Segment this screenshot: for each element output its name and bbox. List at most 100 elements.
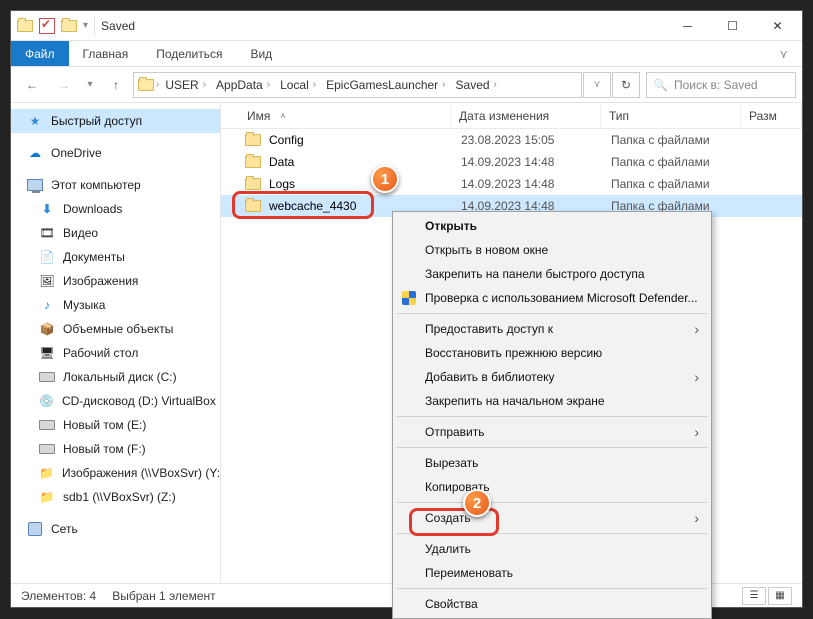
crumb-user: USER› <box>161 73 210 97</box>
sidebar-item-label: Объемные объекты <box>63 322 173 336</box>
tab-file[interactable]: Файл <box>11 41 69 66</box>
ctx-pin-quick[interactable]: Закрепить на панели быстрого доступа <box>395 262 709 286</box>
back-button[interactable]: ← <box>17 71 47 99</box>
folder-icon <box>245 134 261 146</box>
col-type[interactable]: Тип <box>601 103 741 128</box>
view-icons-button[interactable]: ▦ <box>768 587 792 605</box>
annotation-marker-2: 2 <box>463 489 491 517</box>
downloads-icon: ⬇ <box>39 201 55 217</box>
separator <box>94 17 95 35</box>
sidebar-item[interactable]: Локальный диск (C:) <box>11 365 220 389</box>
ctx-cut[interactable]: Вырезать <box>395 451 709 475</box>
tab-home[interactable]: Главная <box>69 41 143 66</box>
ctx-defender[interactable]: Проверка с использованием Microsoft Defe… <box>395 286 709 310</box>
sidebar-item[interactable]: 🎞 Видео <box>11 221 220 245</box>
table-row[interactable]: Data 14.09.2023 14:48 Папка с файлами <box>221 151 802 173</box>
crumb-saved: Saved› <box>452 73 501 97</box>
sidebar-item[interactable]: Новый том (E:) <box>11 413 220 437</box>
ctx-send-to[interactable]: Отправить <box>395 420 709 444</box>
titlebar-left: ▾ Saved <box>17 17 135 35</box>
file-name: Config <box>269 133 304 147</box>
sidebar-item[interactable]: ⬇ Downloads <box>11 197 220 221</box>
drive-icon <box>39 369 55 385</box>
window-icon <box>17 20 33 32</box>
documents-icon: 📄 <box>39 249 55 265</box>
sidebar-item[interactable]: 💿CD-дисковод (D:) VirtualBox <box>11 389 220 413</box>
sidebar-item-label: sdb1 (\\VBoxSvr) (Z:) <box>63 490 176 504</box>
maximize-button[interactable]: ☐ <box>710 11 755 40</box>
refresh-button[interactable]: ↻ <box>612 72 640 98</box>
sidebar-item-label: Новый том (F:) <box>63 442 146 456</box>
ctx-open-new[interactable]: Открыть в новом окне <box>395 238 709 262</box>
sidebar-item-label: Этот компьютер <box>51 178 141 192</box>
sidebar-this-pc[interactable]: Этот компьютер <box>11 173 220 197</box>
forward-button[interactable]: → <box>49 71 79 99</box>
col-name[interactable]: Имя˄ <box>221 103 451 128</box>
tab-view[interactable]: Вид <box>236 41 286 66</box>
address-bar[interactable]: › USER› AppData› Local› EpicGamesLaunche… <box>133 72 582 98</box>
minimize-button[interactable]: ─ <box>665 11 710 40</box>
sidebar-item[interactable]: 🖼Изображения <box>11 269 220 293</box>
cd-icon: 💿 <box>39 393 54 409</box>
qat-folder-icon[interactable] <box>61 20 77 32</box>
up-button[interactable]: ↑ <box>101 71 131 99</box>
tab-share[interactable]: Поделиться <box>142 41 236 66</box>
file-type: Папка с файлами <box>603 177 743 191</box>
ctx-restore[interactable]: Восстановить прежнюю версию <box>395 341 709 365</box>
ctx-separator <box>397 502 707 503</box>
file-type: Папка с файлами <box>603 133 743 147</box>
table-row[interactable]: Config 23.08.2023 15:05 Папка с файлами <box>221 129 802 151</box>
ctx-separator <box>397 416 707 417</box>
ctx-copy[interactable]: Копировать <box>395 475 709 499</box>
sidebar-item[interactable]: Новый том (F:) <box>11 437 220 461</box>
search-placeholder: Поиск в: Saved <box>674 78 758 92</box>
sidebar-item[interactable]: 📁Изображения (\\VBoxSvr) (Y:) <box>11 461 220 485</box>
qat-checkbox-icon[interactable] <box>39 18 55 34</box>
address-dropdown-icon[interactable]: ⋎ <box>583 72 611 98</box>
video-icon: 🎞 <box>39 225 55 241</box>
ctx-properties[interactable]: Свойства <box>395 592 709 616</box>
sidebar-item[interactable]: ♪Музыка <box>11 293 220 317</box>
ctx-give-access[interactable]: Предоставить доступ к <box>395 317 709 341</box>
cloud-icon: ☁ <box>27 145 43 161</box>
col-date[interactable]: Дата изменения <box>451 103 601 128</box>
sidebar-item-label: Рабочий стол <box>63 346 138 360</box>
sidebar-item-label: Видео <box>63 226 98 240</box>
ctx-separator <box>397 313 707 314</box>
netdrive-icon: 📁 <box>39 489 55 505</box>
shield-icon <box>401 290 417 306</box>
ctx-add-library[interactable]: Добавить в библиотеку <box>395 365 709 389</box>
ctx-delete[interactable]: Удалить <box>395 537 709 561</box>
sidebar-item[interactable]: 📄Документы <box>11 245 220 269</box>
qat-dropdown-icon[interactable]: ▾ <box>83 20 88 31</box>
file-date: 23.08.2023 15:05 <box>453 133 603 147</box>
crumb-local: Local› <box>276 73 320 97</box>
col-size[interactable]: Разм <box>741 103 802 128</box>
nav-row: ← → ▾ ↑ › USER› AppData› Local› EpicGame… <box>11 67 802 103</box>
sidebar-item[interactable]: 📦Объемные объекты <box>11 317 220 341</box>
sidebar-onedrive[interactable]: ☁ OneDrive <box>11 141 220 165</box>
sidebar-item-label: Изображения <box>63 274 138 288</box>
close-button[interactable]: ✕ <box>755 11 800 40</box>
chevron-right-icon[interactable]: › <box>156 79 159 90</box>
desktop-icon: 🖥 <box>39 345 55 361</box>
nav-pane: ★ Быстрый доступ ☁ OneDrive Этот компьют… <box>11 103 221 583</box>
ctx-open[interactable]: Открыть <box>395 214 709 238</box>
view-details-button[interactable]: ☰ <box>742 587 766 605</box>
sidebar-network[interactable]: Сеть <box>11 517 220 541</box>
ctx-pin-start[interactable]: Закрепить на начальном экране <box>395 389 709 413</box>
sidebar-item[interactable]: 📁 sdb1 (\\VBoxSvr) (Z:) <box>11 485 220 509</box>
sidebar-item[interactable]: 🖥 Рабочий стол <box>11 341 220 365</box>
ribbon-tabs: Файл Главная Поделиться Вид ⋎ <box>11 41 802 67</box>
ribbon-expand-icon[interactable]: ⋎ <box>765 41 802 66</box>
sidebar-quick-access[interactable]: ★ Быстрый доступ <box>11 109 220 133</box>
sidebar-item-label: Новый том (E:) <box>63 418 146 432</box>
annotation-marker-1: 1 <box>371 165 399 193</box>
sidebar-item-label: Downloads <box>63 202 122 216</box>
ctx-rename[interactable]: Переименовать <box>395 561 709 585</box>
table-row[interactable]: Logs 14.09.2023 14:48 Папка с файлами <box>221 173 802 195</box>
ctx-create[interactable]: Создать <box>395 506 709 530</box>
search-box[interactable]: 🔍 Поиск в: Saved <box>646 72 796 98</box>
history-dropdown-icon[interactable]: ▾ <box>81 71 99 99</box>
window-title: Saved <box>101 19 135 33</box>
